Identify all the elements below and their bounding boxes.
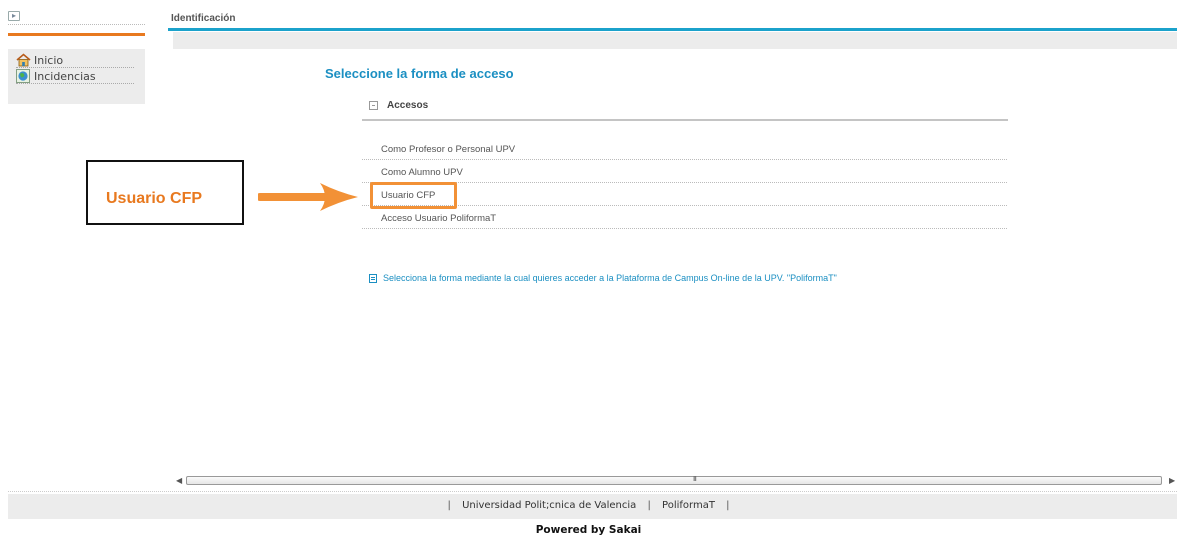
collapse-icon[interactable] [369,101,378,110]
header-accent-line [168,28,1177,31]
section-divider [362,119,1008,121]
info-link[interactable]: Selecciona la forma mediante la cual qui… [369,273,837,283]
section-title: Accesos [387,100,429,111]
sidebar-item-incidencias[interactable]: Incidencias [16,69,134,84]
sidebar-accent-bar [8,33,145,36]
scroll-right-icon[interactable]: ▶ [1169,476,1175,485]
annotation-highlight-box [370,182,457,209]
document-icon [369,273,377,283]
sidebar-item-label: Inicio [34,53,64,67]
footer-link-upv[interactable]: Universidad Polit;cnica de Valencia [462,500,636,511]
scrollbar-grip: III [693,476,697,483]
sidebar-item-label: Incidencias [34,69,96,83]
scroll-left-icon[interactable]: ◀ [176,476,182,485]
powered-by-text: Powered by Sakai [535,524,642,536]
sidebar-divider [8,24,145,25]
section-header-accesos[interactable]: Accesos [369,100,428,111]
globe-icon [16,69,31,83]
page-title: Seleccione la forma de acceso [325,66,514,81]
access-option-usuario-cfp[interactable]: Usuario CFP [362,184,1007,206]
annotation-label: Usuario CFP [106,190,203,207]
footer-divider [8,491,1177,492]
home-icon [16,53,31,67]
info-text: Selecciona la forma mediante la cual qui… [383,273,837,283]
access-option-profesor[interactable]: Como Profesor o Personal UPV [362,138,1007,160]
annotation-arrow-icon [256,180,363,219]
horizontal-scrollbar[interactable]: ◀ III ▶ [172,474,1177,487]
access-option-poliformat[interactable]: Acceso Usuario PoliformaT [362,207,1007,229]
page-header-title: Identificación [171,13,236,24]
header-toolbar-band [173,32,1177,49]
footer-links: | Universidad Polit;cnica de Valencia | … [447,500,730,511]
sidebar-toggle-icon[interactable]: ▸ [8,11,20,21]
sidebar-item-inicio[interactable]: Inicio [16,53,134,68]
footer-link-poliformat[interactable]: PoliformaT [662,500,715,511]
scrollbar-thumb[interactable]: III [186,476,1162,485]
access-option-alumno[interactable]: Como Alumno UPV [362,161,1007,183]
